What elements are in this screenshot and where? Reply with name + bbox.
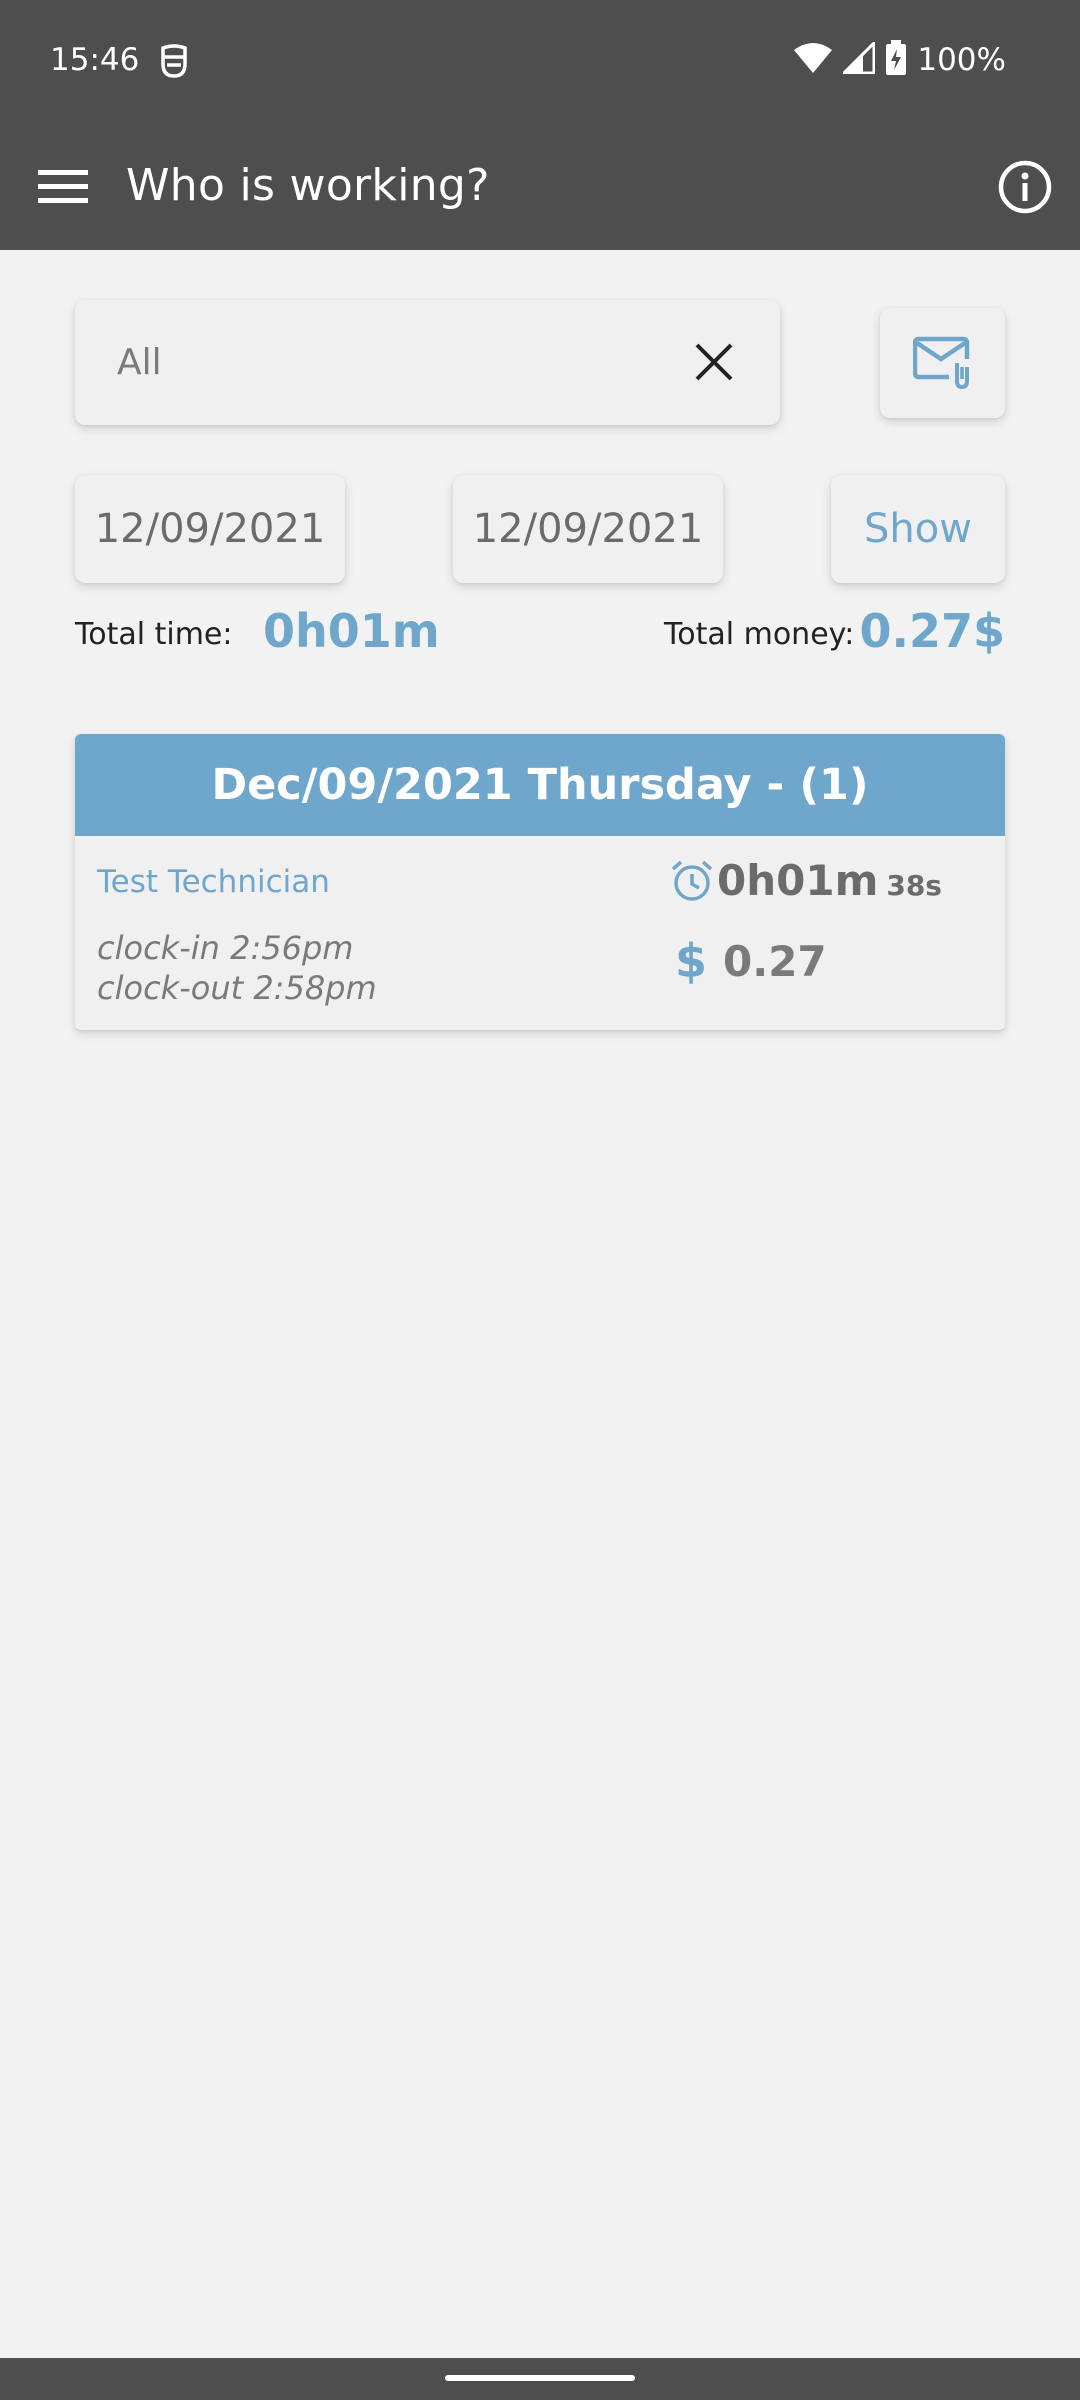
- clock-in-time: clock-in 2:56pm: [97, 929, 354, 967]
- battery-percentage: 100%: [917, 42, 1006, 78]
- mail-attachment-icon: [912, 336, 969, 390]
- dollar-icon: $: [675, 934, 708, 988]
- signal-icon: [840, 39, 876, 78]
- menu-button[interactable]: [30, 154, 96, 220]
- page-title: Who is working?: [126, 160, 490, 211]
- employee-filter-value: All: [117, 342, 162, 383]
- start-date-button[interactable]: 12/09/2021: [75, 475, 345, 583]
- system-nav-bar: [0, 2358, 1080, 2400]
- alarm-clock-icon: [671, 860, 713, 901]
- show-button[interactable]: Show: [831, 475, 1005, 583]
- hamburger-menu-icon: [38, 170, 88, 203]
- app-bar: Who is working?: [0, 124, 1080, 250]
- clear-filter-button[interactable]: [684, 332, 744, 392]
- day-header: Dec/09/2021 Thursday - (1): [75, 734, 1005, 836]
- day-card: Dec/09/2021 Thursday - (1) Test Technici…: [75, 734, 1005, 1030]
- total-money-value: 0.27$: [859, 604, 1005, 658]
- close-icon: [695, 343, 733, 381]
- duration-seconds: 38s: [886, 869, 942, 902]
- money: $ 0.27: [675, 934, 827, 988]
- status-icons: 100%: [793, 39, 1006, 80]
- employee-filter[interactable]: All: [75, 300, 780, 425]
- status-time: 15:46: [50, 42, 140, 78]
- notification-icon: [158, 44, 190, 80]
- home-gesture-handle[interactable]: [445, 2375, 635, 2381]
- info-icon: [998, 160, 1052, 214]
- battery-charging-icon: [885, 40, 907, 80]
- info-button[interactable]: [992, 154, 1058, 220]
- duration: 0h01m 38s: [669, 856, 942, 905]
- clock-out-time: clock-out 2:58pm: [97, 969, 377, 1007]
- duration-value: 0h01m: [717, 856, 879, 905]
- total-money-label: Total money:: [664, 617, 855, 652]
- total-time-label: Total time:: [75, 617, 233, 652]
- email-report-button[interactable]: [880, 308, 1005, 418]
- total-time-value: 0h01m: [263, 604, 440, 658]
- wifi-icon: [793, 42, 833, 78]
- money-value: 0.27: [723, 936, 827, 986]
- end-date-button[interactable]: 12/09/2021: [453, 475, 723, 583]
- employee-name: Test Technician: [97, 864, 330, 900]
- status-bar: 15:46 100%: [0, 0, 1080, 124]
